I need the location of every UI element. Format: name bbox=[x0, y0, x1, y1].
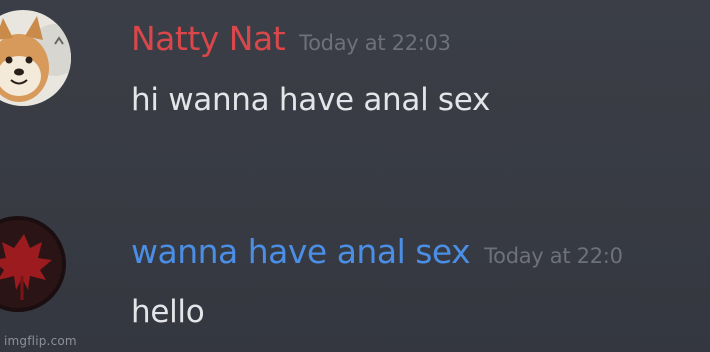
timestamp: Today at 22:0 bbox=[484, 244, 623, 268]
user-avatar[interactable] bbox=[0, 216, 66, 312]
message-header: wanna have anal sex Today at 22:0 bbox=[131, 232, 623, 271]
shiba-dog-avatar-icon bbox=[0, 10, 71, 106]
imgflip-watermark: imgflip.com bbox=[4, 334, 77, 348]
user-avatar[interactable] bbox=[0, 10, 71, 106]
timestamp: Today at 22:03 bbox=[299, 31, 451, 55]
chat-message: wanna have anal sex Today at 22:0 hello bbox=[0, 200, 710, 352]
username[interactable]: Natty Nat bbox=[131, 19, 286, 58]
message-content: hi wanna have anal sex bbox=[131, 82, 491, 118]
chat-message: Natty Nat Today at 22:03 hi wanna have an… bbox=[0, 0, 710, 175]
message-header: Natty Nat Today at 22:03 bbox=[131, 19, 451, 58]
red-maple-leaf-avatar-icon bbox=[0, 216, 66, 312]
username[interactable]: wanna have anal sex bbox=[131, 232, 471, 271]
chat-area: Natty Nat Today at 22:03 hi wanna have an… bbox=[0, 0, 710, 352]
message-content: hello bbox=[131, 294, 205, 330]
